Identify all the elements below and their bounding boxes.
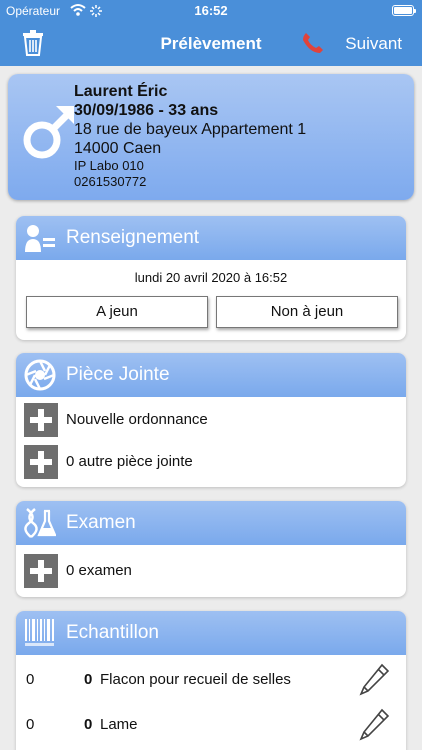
patient-phone: 0261530772 — [74, 174, 147, 189]
sample-row[interactable]: 0 0 Lame — [16, 704, 406, 744]
sample-count: 0 — [26, 671, 35, 688]
echantillon-title: Echantillon — [66, 622, 159, 643]
battery-icon — [392, 5, 416, 16]
piece-jointe-title: Pièce Jointe — [66, 364, 170, 385]
navigation-bar: Prélèvement Suivant — [0, 22, 422, 66]
male-symbol-icon — [23, 106, 74, 159]
sample-label: Lame — [100, 716, 138, 733]
next-button[interactable]: Suivant — [345, 34, 402, 54]
camera-aperture-icon — [24, 359, 56, 391]
examen-card: Examen 0 examen — [16, 501, 406, 597]
renseignement-title: Renseignement — [66, 227, 200, 248]
pencil-icon[interactable] — [358, 708, 390, 742]
barcode-icon — [25, 619, 54, 646]
piece-jointe-header: Pièce Jointe — [16, 353, 406, 397]
patient-info: Laurent Éric 30/09/1986 - 33 ans 18 rue … — [74, 82, 306, 190]
renseignement-header: Renseignement — [16, 216, 406, 260]
clock: 16:52 — [194, 3, 228, 18]
fasting-button[interactable]: A jeun — [26, 296, 208, 328]
add-icon[interactable] — [24, 445, 58, 479]
not-fasting-button[interactable]: Non à jeun — [216, 296, 398, 328]
person-list-icon — [25, 225, 55, 252]
patient-card[interactable]: Laurent Éric 30/09/1986 - 33 ans 18 rue … — [8, 74, 414, 200]
examen-header: Examen — [16, 501, 406, 545]
fasting-choice: A jeun Non à jeun — [26, 296, 398, 328]
sample-row[interactable]: 0 0 Flacon pour recueil de selles — [16, 659, 406, 699]
add-icon[interactable] — [24, 554, 58, 588]
patient-address-line2: 14000 Caen — [74, 140, 162, 157]
renseignement-card: Renseignement lundi 20 avril 2020 à 16:5… — [16, 216, 406, 340]
patient-ip: IP Labo 010 — [74, 158, 144, 173]
sample-label: Flacon pour recueil de selles — [100, 671, 291, 688]
echantillon-card: Echantillon 0 0 Flacon pour recueil de s… — [16, 611, 406, 750]
add-icon[interactable] — [24, 403, 58, 437]
dna-flask-icon — [24, 508, 56, 538]
patient-address-line1: 18 rue de bayeux Appartement 1 — [74, 121, 307, 138]
echantillon-header: Echantillon — [16, 611, 406, 655]
renseignement-date: lundi 20 avril 2020 à 16:52 — [134, 270, 288, 285]
status-bar: Opérateur 16:52 — [0, 0, 422, 22]
sample-qty: 0 — [84, 716, 93, 733]
phone-icon[interactable] — [302, 32, 324, 54]
other-attachment-label: 0 autre pièce jointe — [66, 453, 193, 470]
pencil-icon[interactable] — [358, 663, 390, 697]
new-prescription-label: Nouvelle ordonnance — [66, 411, 208, 428]
examen-title: Examen — [66, 512, 136, 533]
sample-qty: 0 — [84, 671, 93, 688]
patient-name: Laurent Éric — [74, 83, 168, 100]
exam-count-label: 0 examen — [66, 562, 132, 579]
piece-jointe-card: Pièce Jointe Nouvelle ordonnance 0 autre… — [16, 353, 406, 487]
patient-dob-age: 30/09/1986 - 33 ans — [74, 102, 219, 119]
sample-count: 0 — [26, 716, 35, 733]
